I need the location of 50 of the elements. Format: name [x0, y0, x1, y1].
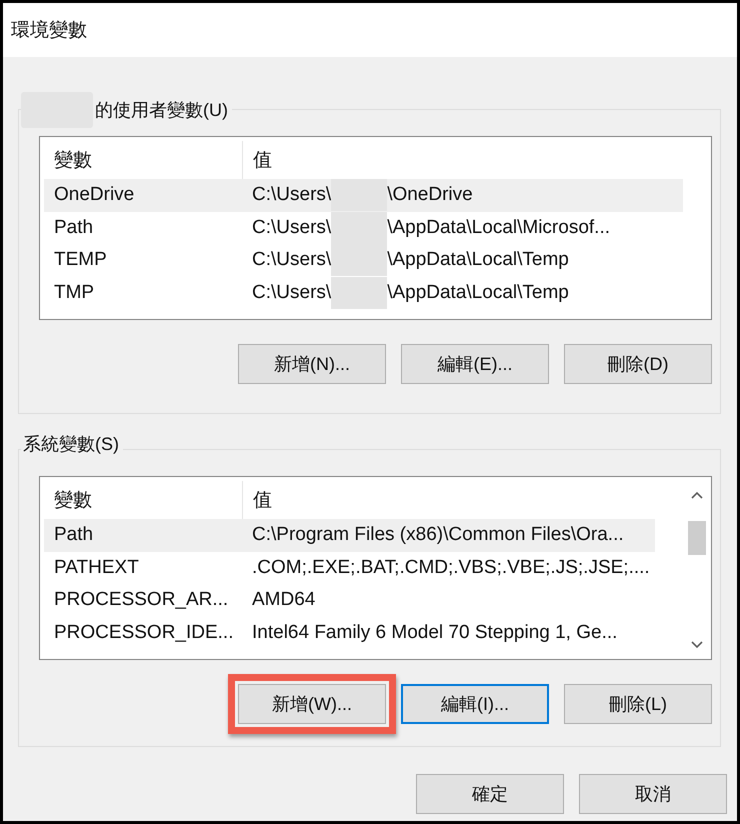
dialog-button[interactable]: 取消 — [579, 774, 727, 814]
list-row[interactable]: PATHEXT .COM;.EXE;.BAT;.CMD;.VBS;.VBE;.JS;.JSE;.... — [44, 552, 683, 584]
variable-value: C:\Users\ — [252, 216, 332, 239]
variable-value: \AppData\Local\Temp — [387, 282, 569, 304]
variable-value: \OneDrive — [387, 184, 473, 206]
variable-name: Path — [53, 524, 94, 546]
dialog-button[interactable]: 刪除(D) — [564, 344, 712, 384]
redacted-block — [331, 276, 388, 309]
variable-name: PROCESSOR_IDE... — [53, 622, 234, 644]
list-row[interactable]: PROCESSOR_AR... AMD64 — [44, 584, 683, 616]
redacted-block — [331, 244, 388, 276]
variable-name: Path — [53, 216, 94, 239]
list-row[interactable]: Path C:\Users\ \AppData\Local\Microsof... — [44, 212, 711, 244]
redacted-block — [331, 179, 388, 212]
variable-value: AMD64 — [252, 589, 316, 612]
variable-list[interactable]: 變數 值 OneDrive C:\Users\ \OneDrive Path C:\Users\ \AppData\Local\Microsof... TEMP C:\Users\ \AppData\Local\Temp TMP C:\Users\ \AppData\Local\Temp — [39, 136, 712, 320]
dialog-button[interactable]: 編輯(I)... — [401, 684, 549, 724]
list-row[interactable]: TEMP C:\Users\ \AppData\Local\Temp — [44, 244, 711, 276]
group-title: 系統變數(S) — [22, 433, 119, 456]
dialog-button[interactable]: 新增(N)... — [238, 344, 386, 384]
variable-value: C:\Users\ — [252, 249, 332, 272]
variable-value: C:\Users\ — [252, 282, 332, 304]
variable-list[interactable]: 變數 值 Path C:\Program Files (x86)\Common Files\Ora... PATHEXT .COM;.EXE;.BAT;.CMD;.VBS;.VBE;.JS;.JSE;.... PROCESSOR_AR... AMD64 PROCESSOR_IDE... Intel64 Family 6 Model 70 Stepping 1, Ge... — [39, 476, 712, 660]
list-row[interactable]: TMP C:\Users\ \AppData\Local\Temp — [44, 276, 711, 309]
dialog-button[interactable]: 新增(W)... — [238, 684, 386, 724]
window-title: 環境變數 — [11, 19, 87, 43]
variable-value: Intel64 Family 6 Model 70 Stepping 1, Ge... — [252, 622, 618, 644]
list-row[interactable]: OneDrive C:\Users\ \OneDrive — [44, 179, 683, 212]
variable-name: PROCESSOR_AR... — [53, 589, 230, 612]
variable-value: C:\Users\ — [252, 184, 332, 206]
group-title: 的使用者變數(U) — [94, 99, 228, 122]
variable-name: TEMP — [53, 249, 108, 272]
dialog-button[interactable]: 刪除(L) — [564, 684, 712, 724]
variable-name: TMP — [53, 282, 96, 304]
variable-value: \AppData\Local\Microsof... — [387, 216, 610, 239]
variable-value: .COM;.EXE;.BAT;.CMD;.VBS;.VBE;.JS;.JSE;.... — [252, 556, 650, 579]
scroll-up-icon[interactable] — [691, 491, 703, 499]
variable-name: OneDrive — [53, 184, 136, 206]
variable-name: PATHEXT — [53, 556, 140, 579]
variable-value: \AppData\Local\Temp — [387, 249, 569, 272]
dialog-button[interactable]: 確定 — [416, 774, 564, 814]
column-header[interactable]: 值 — [243, 481, 683, 519]
scroll-down-icon[interactable] — [691, 641, 703, 649]
scrollbar-thumb[interactable] — [688, 521, 706, 555]
redacted-block — [331, 212, 388, 244]
list-row[interactable]: PROCESSOR_IDE... Intel64 Family 6 Model 70 Stepping 1, Ge... — [44, 616, 683, 649]
list-row[interactable]: Path C:\Program Files (x86)\Common Files\Ora... — [44, 519, 655, 552]
variable-value: C:\Program Files (x86)\Common Files\Ora... — [252, 524, 624, 546]
column-header[interactable]: 值 — [243, 141, 711, 179]
dialog-button[interactable]: 編輯(E)... — [401, 344, 549, 384]
